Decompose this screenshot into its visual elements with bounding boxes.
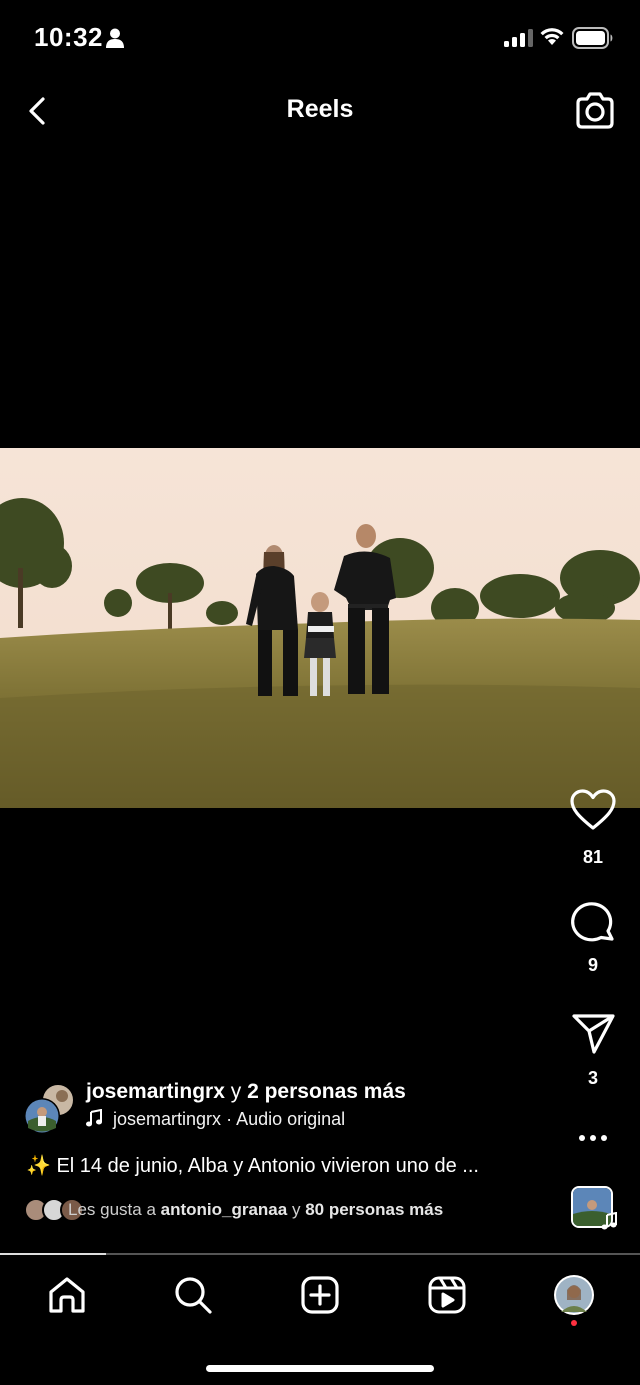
author-avatar[interactable] bbox=[24, 1083, 76, 1135]
sparkles-emoji: ✨ bbox=[26, 1155, 51, 1177]
camera-button[interactable] bbox=[573, 90, 617, 132]
audio-author: josemartingrx bbox=[113, 1109, 222, 1129]
heart-icon bbox=[570, 789, 616, 830]
audio-separator: · bbox=[226, 1109, 233, 1129]
music-note-icon bbox=[86, 1108, 102, 1127]
like-count: 81 bbox=[582, 847, 604, 867]
playback-progress-fill bbox=[0, 1253, 106, 1255]
likes-others[interactable]: 80 personas más bbox=[305, 1200, 443, 1219]
author-line[interactable]: josemartingrx y 2 personas más bbox=[86, 1080, 406, 1104]
author-connector: y bbox=[230, 1080, 242, 1103]
comment-button[interactable] bbox=[568, 898, 618, 942]
search-icon bbox=[175, 1277, 212, 1314]
comment-count: 9 bbox=[587, 955, 598, 975]
caption-text: El 14 de junio, Alba y Antonio vivieron … bbox=[56, 1155, 479, 1177]
home-indicator bbox=[206, 1365, 434, 1372]
likes-summary[interactable]: Les gusta a antonio_granaa y 80 personas… bbox=[68, 1200, 443, 1220]
activity-dot bbox=[571, 1320, 577, 1326]
comment-icon bbox=[571, 902, 614, 942]
send-icon bbox=[572, 1014, 615, 1054]
share-count: 3 bbox=[587, 1068, 598, 1088]
more-options-button[interactable] bbox=[578, 1128, 608, 1148]
likes-prefix: Les gusta a bbox=[68, 1200, 156, 1219]
author-username[interactable]: josemartingrx bbox=[86, 1080, 225, 1103]
home-icon bbox=[49, 1277, 85, 1313]
page-title: Reels bbox=[286, 95, 354, 123]
music-note-icon bbox=[601, 1212, 617, 1230]
reel-video[interactable] bbox=[0, 448, 640, 808]
status-time: 10:32 bbox=[34, 22, 103, 52]
more-horizontal-icon bbox=[579, 1135, 607, 1141]
tab-reels[interactable] bbox=[427, 1275, 467, 1315]
tab-home[interactable] bbox=[47, 1275, 87, 1315]
create-icon bbox=[301, 1276, 339, 1314]
likes-user[interactable]: antonio_granaa bbox=[161, 1200, 288, 1219]
tab-create[interactable] bbox=[300, 1275, 340, 1315]
audio-line[interactable]: josemartingrx · Audio original bbox=[86, 1108, 346, 1130]
battery-icon bbox=[572, 27, 613, 49]
collaborators-link[interactable]: 2 personas más bbox=[247, 1080, 406, 1103]
audio-title: Audio original bbox=[236, 1109, 346, 1129]
caption[interactable]: ✨ El 14 de junio, Alba y Antonio viviero… bbox=[26, 1153, 536, 1178]
cellular-signal-icon bbox=[504, 29, 533, 47]
like-button[interactable] bbox=[568, 788, 618, 832]
person-icon bbox=[106, 28, 124, 48]
tab-profile[interactable] bbox=[553, 1274, 595, 1316]
reels-icon bbox=[428, 1276, 466, 1314]
share-button[interactable] bbox=[568, 1012, 618, 1056]
wifi-icon bbox=[540, 28, 564, 45]
camera-icon bbox=[576, 92, 614, 129]
tab-search[interactable] bbox=[173, 1275, 213, 1315]
likes-connector: y bbox=[291, 1200, 301, 1219]
